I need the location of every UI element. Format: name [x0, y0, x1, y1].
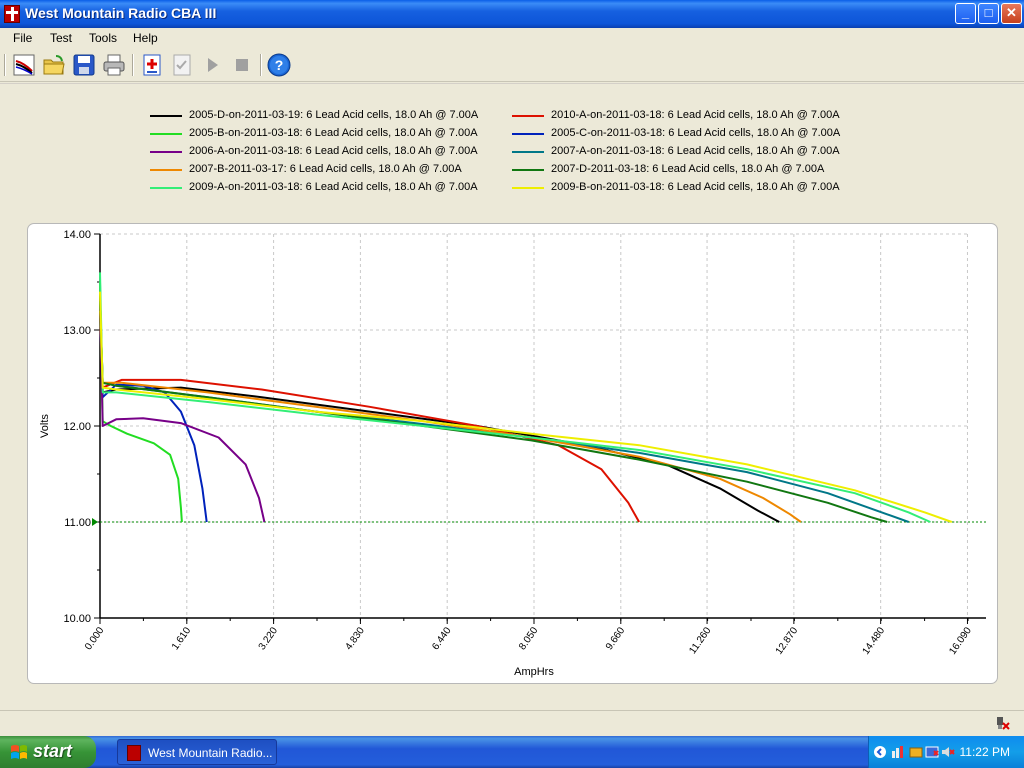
menu-test[interactable]: Test: [50, 31, 72, 45]
series-line: [99, 272, 931, 523]
windows-flag-icon: [11, 745, 27, 759]
x-tick-label: 9.660: [604, 625, 628, 652]
legend-swatch: [512, 133, 544, 135]
drive-icon[interactable]: [909, 745, 923, 759]
legend-swatch: [150, 151, 182, 153]
print-icon[interactable]: [102, 53, 126, 77]
taskbar: start West Mountain Radio... 11:22 PM: [0, 736, 1024, 768]
volume-muted-icon[interactable]: [941, 745, 955, 759]
toolbar: ?: [0, 49, 1024, 82]
series-line: [99, 301, 910, 523]
y-tick-label: 10.00: [63, 613, 91, 625]
y-axis-title: Volts: [39, 414, 51, 438]
toolbar-separator: [132, 54, 134, 76]
add-battery-icon[interactable]: [140, 53, 164, 77]
x-tick-label: 11.260: [687, 625, 713, 656]
network-icon[interactable]: [891, 745, 905, 759]
clock: 11:22 PM: [959, 745, 1010, 759]
series-line: [99, 301, 888, 523]
series-line: [99, 310, 208, 523]
title-bar[interactable]: West Mountain Radio CBA III _ □ ✕: [0, 0, 1024, 28]
legend-swatch: [512, 115, 544, 117]
legend-label: 2009-B-on-2011-03-18: 6 Lead Acid cells,…: [551, 181, 840, 193]
legend-label: 2005-C-on-2011-03-18: 6 Lead Acid cells,…: [551, 127, 841, 139]
y-tick-label: 12.00: [63, 421, 91, 433]
legend-swatch: [150, 115, 182, 117]
security-alert-icon[interactable]: [925, 745, 939, 759]
taskbar-item-cba[interactable]: West Mountain Radio...: [117, 739, 277, 765]
legend-label: 2009-A-on-2011-03-18: 6 Lead Acid cells,…: [189, 181, 478, 193]
x-tick-label: 6.440: [430, 625, 454, 652]
save-icon[interactable]: [72, 53, 96, 77]
legend-label: 2010-A-on-2011-03-18: 6 Lead Acid cells,…: [551, 109, 840, 121]
legend-label: 2007-D-2011-03-18: 6 Lead Acid cells, 18…: [551, 163, 825, 175]
series-line: [99, 281, 183, 523]
y-tick-label: 11.00: [64, 517, 91, 529]
legend-label: 2005-B-on-2011-03-18: 6 Lead Acid cells,…: [189, 127, 478, 139]
chart-panel: 10.00 11.00 12.00 13.00 14.00 0.000 1.610 3.220…: [27, 223, 998, 684]
start-button[interactable]: start: [0, 736, 96, 768]
x-tick-label: 4.830: [343, 625, 367, 652]
menu-bar: File Test Tools Help: [0, 28, 1024, 48]
x-tick-label: 16.090: [947, 625, 974, 657]
window-title: West Mountain Radio CBA III: [25, 5, 217, 21]
y-tick-label: 14.00: [63, 229, 91, 241]
maximize-button[interactable]: □: [978, 3, 999, 24]
menu-file[interactable]: File: [13, 31, 32, 45]
legend-label: 2007-A-on-2011-03-18: 6 Lead Acid cells,…: [551, 145, 840, 157]
legend-swatch: [512, 151, 544, 153]
close-button[interactable]: ✕: [1001, 3, 1022, 24]
x-tick-label: 14.480: [861, 625, 888, 657]
app-window: West Mountain Radio CBA III _ □ ✕ File T…: [0, 0, 1024, 736]
legend-swatch: [150, 133, 182, 135]
x-tick-label: 12.870: [774, 625, 801, 657]
start-label: start: [33, 741, 73, 761]
toolbar-grip: [4, 54, 6, 76]
legend-swatch: [512, 187, 544, 189]
legend-label: 2006-A-on-2011-03-18: 6 Lead Acid cells,…: [189, 145, 478, 157]
minimize-button[interactable]: _: [955, 3, 976, 24]
app-cross-icon: [127, 745, 141, 761]
checklist-icon: [170, 53, 194, 77]
show-hidden-icons-icon[interactable]: [873, 745, 887, 759]
x-tick-label: 3.220: [257, 625, 281, 652]
y-tick-label: 13.00: [63, 325, 91, 337]
stop-icon: [230, 53, 254, 77]
system-tray: 11:22 PM: [868, 736, 1024, 768]
new-test-icon[interactable]: [12, 53, 36, 77]
x-tick-label: 1.610: [170, 625, 194, 652]
svg-text:?: ?: [275, 57, 284, 73]
help-icon[interactable]: ?: [267, 53, 291, 77]
x-tick-label: 8.050: [517, 625, 541, 652]
menu-help[interactable]: Help: [133, 31, 158, 45]
series-line: [99, 291, 953, 523]
chart-legend: 2005-D-on-2011-03-19: 6 Lead Acid cells,…: [150, 108, 890, 198]
legend-swatch: [150, 187, 182, 189]
toolbar-separator-2: [260, 54, 262, 76]
legend-swatch: [150, 169, 182, 171]
taskbar-item-label: West Mountain Radio...: [148, 746, 273, 760]
status-bar: [0, 710, 1024, 736]
disconnected-plug-icon: [997, 717, 1010, 730]
legend-label: 2005-D-on-2011-03-19: 6 Lead Acid cells,…: [189, 109, 479, 121]
cutoff-marker-icon: [92, 518, 98, 526]
open-folder-icon[interactable]: [42, 53, 66, 77]
series-line: [99, 301, 266, 523]
play-icon: [200, 53, 224, 77]
legend-label: 2007-B-2011-03-17: 6 Lead Acid cells, 18…: [189, 163, 462, 175]
menu-tools[interactable]: Tools: [89, 31, 117, 45]
x-tick-label: 0.000: [83, 625, 107, 652]
discharge-chart: 10.00 11.00 12.00 13.00 14.00 0.000 1.610 3.220…: [39, 229, 986, 678]
legend-swatch: [512, 169, 544, 171]
series-line: [99, 310, 802, 523]
app-cross-icon[interactable]: [4, 5, 20, 23]
x-axis-title: AmpHrs: [514, 666, 554, 678]
